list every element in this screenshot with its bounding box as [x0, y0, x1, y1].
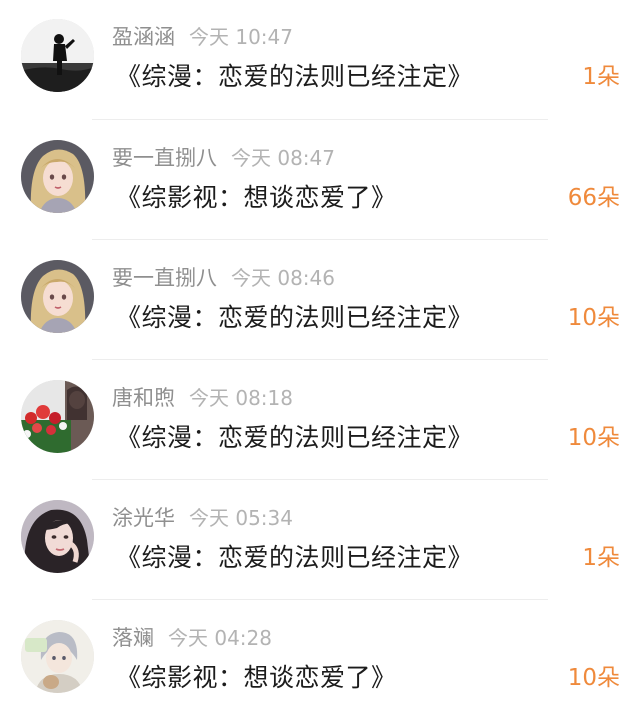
item-meta: 涂光华 今天 05:34: [112, 504, 293, 532]
book-title[interactable]: 《综漫：恋爱的法则已经注定》: [116, 58, 473, 96]
book-title[interactable]: 《综影视：想谈恋爱了》: [116, 179, 397, 217]
divider: [92, 119, 548, 120]
divider: [92, 599, 548, 600]
item-meta: 盈涵涵 今天 10:47: [112, 23, 293, 51]
item-meta: 落斓 今天 04:28: [112, 624, 272, 652]
item-meta: 要一直捌八 今天 08:47: [112, 144, 335, 172]
divider: [92, 359, 548, 360]
timestamp: 今天 10:47: [189, 25, 293, 49]
gift-record-list: 盈涵涵 今天 10:47 《综漫：恋爱的法则已经注定》 1朵 要一直捌八 今天 08…: [0, 0, 640, 719]
list-item[interactable]: 唐和煦 今天 08:18 《综漫：恋爱的法则已经注定》 10朵: [0, 361, 640, 481]
flowers-photo-avatar[interactable]: [21, 380, 94, 453]
anime-girl-avatar[interactable]: [21, 260, 94, 333]
timestamp: 今天 08:46: [231, 266, 335, 290]
timestamp: 今天 08:47: [231, 146, 335, 170]
divider: [92, 239, 548, 240]
anime-boy-avatar[interactable]: [21, 620, 94, 693]
timestamp: 今天 05:34: [189, 506, 293, 530]
timestamp: 今天 08:18: [189, 386, 293, 410]
username[interactable]: 要一直捌八: [112, 266, 217, 290]
username[interactable]: 盈涵涵: [112, 25, 175, 49]
flower-count: 1朵: [582, 64, 620, 90]
username[interactable]: 唐和煦: [112, 386, 175, 410]
list-item[interactable]: 要一直捌八 今天 08:47 《综影视：想谈恋爱了》 66朵: [0, 121, 640, 241]
flower-count: 10朵: [567, 425, 620, 451]
list-item[interactable]: 盈涵涵 今天 10:47 《综漫：恋爱的法则已经注定》 1朵: [0, 0, 640, 120]
flower-count: 66朵: [567, 185, 620, 211]
list-item[interactable]: 要一直捌八 今天 08:46 《综漫：恋爱的法则已经注定》 10朵: [0, 241, 640, 361]
username[interactable]: 涂光华: [112, 506, 175, 530]
timestamp: 今天 04:28: [168, 626, 272, 650]
book-title[interactable]: 《综漫：恋爱的法则已经注定》: [116, 299, 473, 337]
list-item[interactable]: 涂光华 今天 05:34 《综漫：恋爱的法则已经注定》 1朵: [0, 481, 640, 601]
item-meta: 要一直捌八 今天 08:46: [112, 264, 335, 292]
flower-count: 10朵: [567, 305, 620, 331]
divider: [92, 479, 548, 480]
list-item[interactable]: 落斓 今天 04:28 《综影视：想谈恋爱了》 10朵: [0, 601, 640, 719]
anime-girl-avatar[interactable]: [21, 140, 94, 213]
flower-count: 10朵: [567, 665, 620, 691]
username[interactable]: 落斓: [112, 626, 154, 650]
username[interactable]: 要一直捌八: [112, 146, 217, 170]
item-meta: 唐和煦 今天 08:18: [112, 384, 293, 412]
woman-portrait-avatar[interactable]: [21, 500, 94, 573]
flower-count: 1朵: [582, 545, 620, 571]
book-title[interactable]: 《综漫：恋爱的法则已经注定》: [116, 539, 473, 577]
silhouette-seaside-avatar[interactable]: [21, 19, 94, 92]
book-title[interactable]: 《综漫：恋爱的法则已经注定》: [116, 419, 473, 457]
book-title[interactable]: 《综影视：想谈恋爱了》: [116, 659, 397, 697]
